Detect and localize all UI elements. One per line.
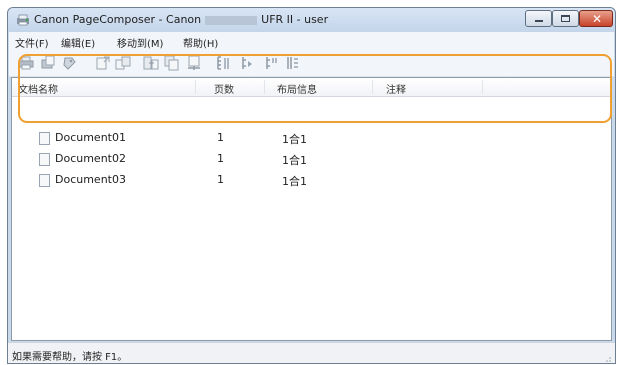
document-icon [39,174,50,187]
column-divider[interactable] [264,80,265,94]
page-count: 1 [217,131,224,144]
properties-icon [63,57,76,70]
menu-edit[interactable]: 编辑(E) [61,35,95,50]
duplicate-icon [164,55,179,71]
move-to-top-icon [217,56,229,70]
document-name: Document01 [55,131,126,144]
menu-help[interactable]: 帮助(H) [183,35,218,50]
column-header-layout[interactable]: 布局信息 [277,81,317,96]
minimize-icon [535,20,543,22]
close-button[interactable]: ✕ [579,10,613,27]
title-bar[interactable]: Canon PageComposer - Canon UFR II - user … [8,8,615,32]
maximize-button[interactable] [552,10,579,27]
move-down-button[interactable] [263,55,279,71]
page-count: 1 [217,152,224,165]
document-icon [39,132,50,145]
delete-icon [188,55,200,70]
print-preview-button[interactable] [40,55,56,71]
column-divider[interactable] [372,80,373,94]
app-icon [17,14,29,26]
split-icon [115,56,131,70]
move-to-top-button[interactable] [215,55,231,71]
redacted-model-name [205,15,258,25]
toolbar [9,50,614,77]
move-up-button[interactable] [239,55,255,71]
layout-info: 1合1 [282,133,307,146]
title-suffix: UFR II - user [261,13,329,26]
move-down-icon [266,57,277,69]
duplicate-button[interactable] [164,55,180,71]
combine-button[interactable] [95,55,111,71]
document-icon [39,153,50,166]
column-divider[interactable] [482,80,483,94]
print-button[interactable] [18,55,34,71]
split-button[interactable] [115,55,131,71]
main-window: Canon PageComposer - Canon UFR II - user … [7,7,616,364]
move-to-icon [143,56,159,70]
layout-info: 1合1 [282,154,307,167]
status-bar: 如果需要帮助，请按 F1。 [8,342,615,363]
window-title: Canon PageComposer - Canon UFR II - user [34,13,328,26]
maximize-icon [561,15,570,22]
document-name: Document02 [55,152,126,165]
layout-info: 1合1 [282,175,307,188]
move-to-button[interactable] [143,55,159,71]
move-to-bottom-icon [287,57,298,69]
document-list[interactable]: 文档名称 页数 布局信息 注释 Document01 1 1合1 Documen… [11,77,612,341]
column-header-name[interactable]: 文档名称 [18,81,58,96]
move-up-icon [242,57,252,69]
list-row[interactable]: Document01 1 1合1 [12,128,611,149]
properties-button[interactable] [62,55,78,71]
combine-icon [96,56,110,70]
print-preview-icon [41,55,55,69]
delete-button[interactable] [186,55,202,71]
column-divider[interactable] [195,80,196,94]
close-icon: ✕ [592,12,603,26]
list-header: 文档名称 页数 布局信息 注释 [12,78,611,97]
print-icon [18,56,34,70]
list-row[interactable]: Document02 1 1合1 [12,149,611,170]
menu-file[interactable]: 文件(F) [15,35,49,50]
status-text: 如果需要帮助，请按 F1。 [12,352,128,363]
menu-bar: 文件(F) 编辑(E) 移动到(M) 帮助(H) [9,32,614,50]
minimize-button[interactable] [525,10,552,27]
document-name: Document03 [55,173,126,186]
move-to-bottom-button[interactable] [285,55,301,71]
menu-move-to[interactable]: 移动到(M) [117,35,163,50]
column-header-notes[interactable]: 注释 [386,81,406,96]
title-prefix: Canon PageComposer - Canon [34,13,202,26]
resize-grip-icon[interactable] [603,354,611,362]
page-count: 1 [217,173,224,186]
column-header-pages[interactable]: 页数 [214,81,234,96]
list-row[interactable]: Document03 1 1合1 [12,170,611,191]
